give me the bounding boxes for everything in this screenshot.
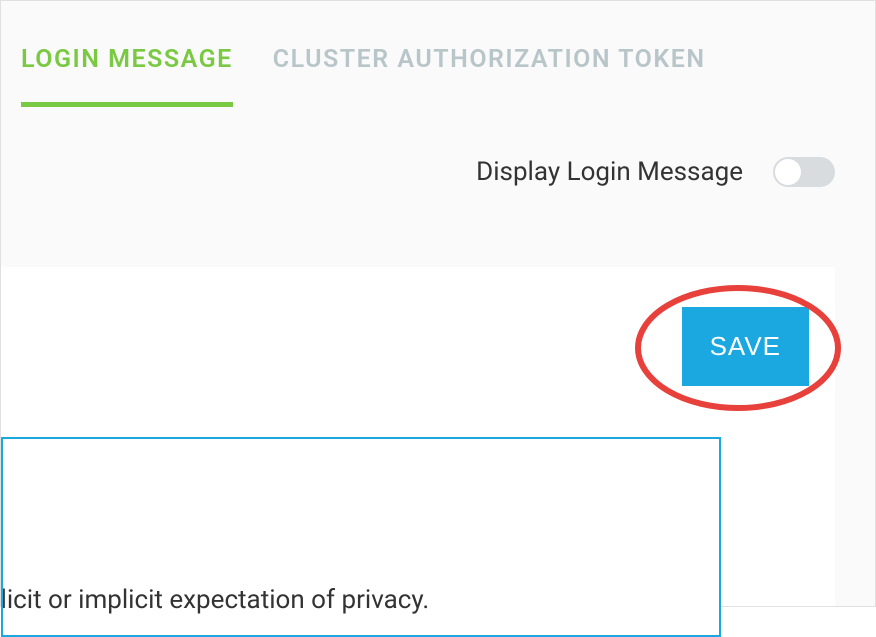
tab-cluster-auth-token[interactable]: CLUSTER AUTHORIZATION TOKEN <box>273 21 706 107</box>
toggle-row: Display Login Message <box>1 107 875 217</box>
save-button[interactable]: SAVE <box>682 307 809 386</box>
save-button-label: SAVE <box>710 331 781 361</box>
login-message-textarea[interactable]: xplicit or implicit expectation of priva… <box>1 437 721 637</box>
tab-bar: LOGIN MESSAGE CLUSTER AUTHORIZATION TOKE… <box>1 1 875 107</box>
tab-label: CLUSTER AUTHORIZATION TOKEN <box>273 45 706 74</box>
tab-label: LOGIN MESSAGE <box>21 45 233 74</box>
settings-panel: LOGIN MESSAGE CLUSTER AUTHORIZATION TOKE… <box>0 0 876 607</box>
tab-login-message[interactable]: LOGIN MESSAGE <box>21 21 233 107</box>
toggle-label: Display Login Message <box>476 157 743 187</box>
display-login-message-toggle[interactable] <box>773 157 835 187</box>
toggle-knob <box>775 159 801 185</box>
login-message-text: xplicit or implicit expectation of priva… <box>1 585 649 615</box>
content-panel: SAVE xplicit or implicit expectation of … <box>1 267 835 606</box>
